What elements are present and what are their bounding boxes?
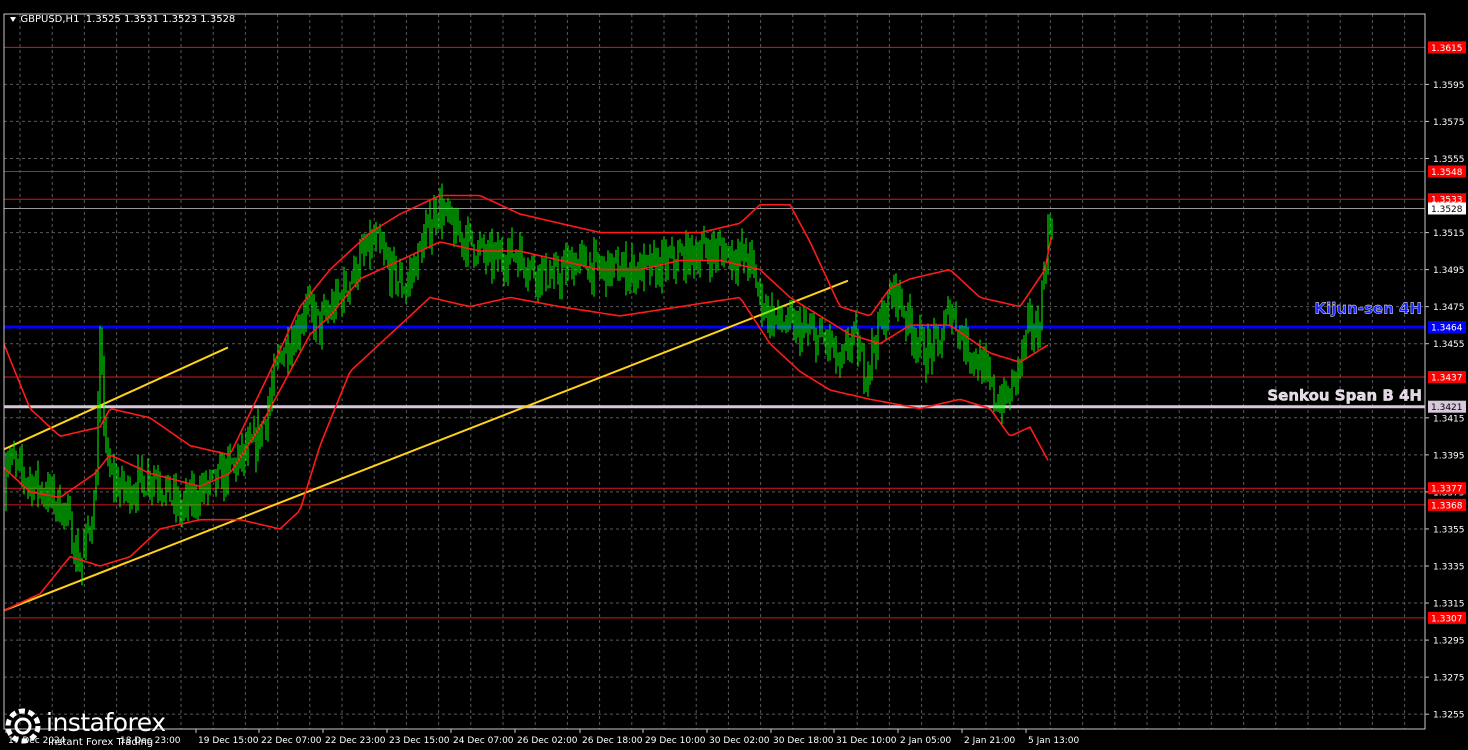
- level-label: 1.3377: [1431, 485, 1463, 495]
- x-tick-label: 26 Dec 02:00: [517, 736, 578, 746]
- y-tick-label: 1.3335: [1433, 562, 1465, 572]
- x-tick-label: 22 Dec 23:00: [325, 736, 386, 746]
- y-tick-label: 1.3275: [1433, 674, 1465, 684]
- x-tick-label: 30 Dec 02:00: [709, 736, 770, 746]
- current-price-label: 1.3528: [1431, 205, 1463, 215]
- level-label: 1.3615: [1431, 44, 1463, 54]
- y-tick-label: 1.3555: [1433, 155, 1465, 165]
- y-tick-label: 1.3255: [1433, 711, 1465, 721]
- instaforex-logo-icon: [5, 708, 41, 744]
- ohlc-values: 1.3525 1.3531 1.3523 1.3528: [85, 14, 236, 25]
- dropdown-triangle-icon[interactable]: [10, 16, 17, 22]
- y-tick-label: 1.3395: [1433, 451, 1465, 461]
- x-tick-label: 5 Jan 13:00: [1028, 736, 1080, 746]
- y-tick-label: 1.3415: [1433, 414, 1465, 424]
- x-tick-label: 24 Dec 07:00: [453, 736, 514, 746]
- x-tick-label: 31 Dec 10:00: [836, 736, 897, 746]
- brand-tagline: Instant Forex Trading: [48, 737, 154, 748]
- brand-name: instaforex: [46, 708, 166, 737]
- x-tick-label: 26 Dec 18:00: [582, 736, 643, 746]
- y-tick-label: 1.3515: [1433, 229, 1465, 239]
- y-tick-label: 1.3575: [1433, 118, 1465, 128]
- instaforex-logo: instaforex Instant Forex Trading: [0, 705, 180, 750]
- y-tick-label: 1.3475: [1433, 303, 1465, 313]
- annotation-label: Senkou Span B 4H: [1267, 387, 1422, 405]
- x-tick-label: 29 Dec 10:00: [645, 736, 706, 746]
- level-label: 1.3464: [1431, 324, 1463, 334]
- annotation-label: Kijun-sen 4H: [1315, 300, 1422, 318]
- x-tick-label: 23 Dec 15:00: [389, 736, 450, 746]
- level-label: 1.3368: [1431, 501, 1463, 511]
- symbol-label: GBPUSD,H1: [20, 14, 80, 25]
- x-tick-label: 2 Jan 21:00: [964, 736, 1016, 746]
- level-label: 1.3421: [1431, 403, 1463, 413]
- level-label: 1.3307: [1431, 614, 1463, 624]
- y-tick-label: 1.3315: [1433, 600, 1465, 610]
- y-tick-label: 1.3495: [1433, 266, 1465, 276]
- level-label: 1.3437: [1431, 374, 1463, 384]
- y-tick-label: 1.3595: [1433, 81, 1465, 91]
- x-tick-label: 2 Jan 05:00: [900, 736, 952, 746]
- y-tick-label: 1.3295: [1433, 637, 1465, 647]
- x-tick-label: 19 Dec 15:00: [198, 736, 259, 746]
- y-tick-label: 1.3355: [1433, 525, 1465, 535]
- price-chart[interactable]: 1.3595 1.3575 1.3555 1.3515 1.3495 1.3475 1.34…: [0, 0, 1468, 750]
- symbol-header[interactable]: GBPUSD,H1 1.3525 1.3531 1.3523 1.3528: [4, 3, 235, 25]
- x-tick-label: 30 Dec 18:00: [773, 736, 834, 746]
- level-label: 1.3548: [1431, 168, 1463, 178]
- chart-background: [0, 0, 1468, 750]
- y-tick-label: 1.3455: [1433, 340, 1465, 350]
- x-tick-label: 22 Dec 07:00: [261, 736, 322, 746]
